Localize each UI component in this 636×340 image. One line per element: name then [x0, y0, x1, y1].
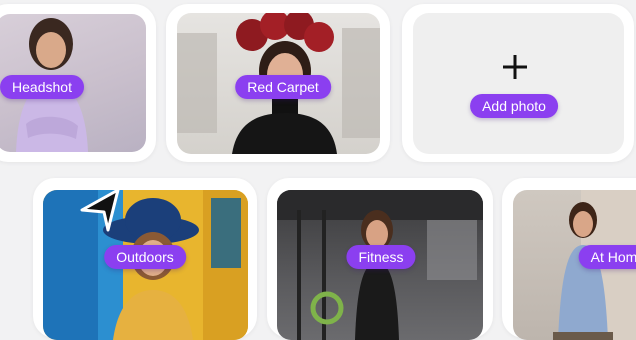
outdoors-label: Outdoors — [104, 245, 186, 269]
at-home-label: At Hom — [578, 245, 636, 269]
add-photo-button[interactable]: Add photo — [470, 94, 558, 118]
plus-icon — [503, 55, 527, 79]
photo-card-outdoors[interactable]: Outdoors — [33, 178, 257, 340]
add-photo-card[interactable]: Add photo — [402, 4, 634, 162]
add-photo-dropzone[interactable] — [413, 13, 624, 154]
photo-card-red-carpet[interactable]: Red Carpet — [166, 4, 390, 162]
fitness-label: Fitness — [346, 245, 416, 269]
red-carpet-label: Red Carpet — [235, 75, 331, 99]
cursor-arrow-icon — [80, 188, 120, 232]
headshot-label: Headshot — [0, 75, 84, 99]
photo-card-at-home[interactable]: At Hom — [502, 178, 636, 340]
photo-card-headshot[interactable]: Headshot — [0, 4, 156, 162]
photo-card-fitness[interactable]: Fitness — [267, 178, 493, 340]
